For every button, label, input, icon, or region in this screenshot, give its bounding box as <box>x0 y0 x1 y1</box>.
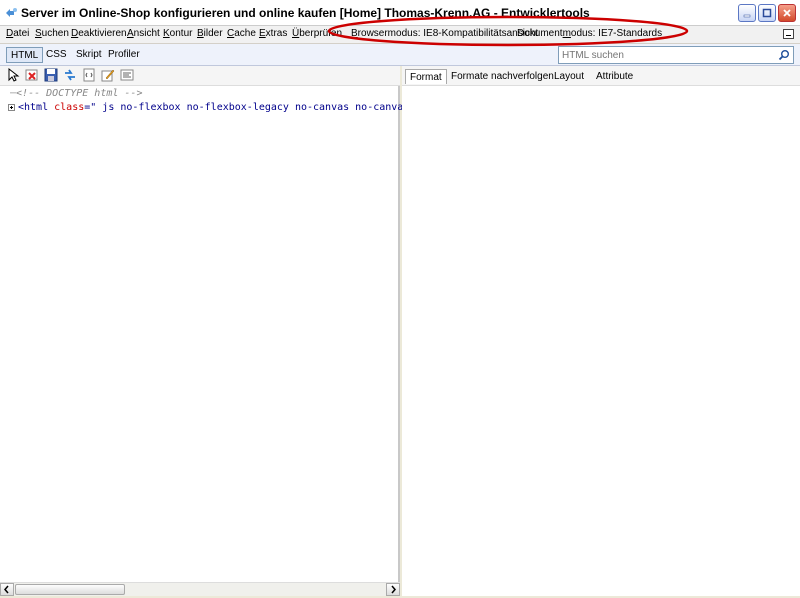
maximize-button[interactable] <box>758 4 776 22</box>
document-mode-menu[interactable]: Dokumentmodus: IE7-Standards <box>517 28 662 39</box>
menu-datei[interactable]: Datei <box>6 28 29 39</box>
menu-bilder[interactable]: Bilder <box>197 28 223 39</box>
search-icon[interactable] <box>778 49 790 61</box>
menu-ueberpruefen[interactable]: Überprüfen <box>292 28 342 39</box>
html-search-input[interactable] <box>562 48 772 62</box>
select-element-icon[interactable] <box>6 68 20 82</box>
dom-view-icon[interactable] <box>82 68 96 82</box>
doctype-node[interactable]: ⋯<!-- DOCTYPE html --> <box>10 88 142 99</box>
devtools-app-icon <box>6 8 17 17</box>
main-tab-bar: HTML CSS Skript Profiler <box>0 44 800 66</box>
window-controls <box>738 4 796 22</box>
dom-tree-pane: ⋯<!-- DOCTYPE html --> <html class=" js … <box>0 86 427 582</box>
title-bar: Server im Online-Shop konfigurieren und … <box>0 0 800 26</box>
close-icon <box>783 9 791 17</box>
scroll-thumb[interactable] <box>15 584 125 595</box>
tab-layout[interactable]: Layout <box>550 69 588 84</box>
browser-mode-menu[interactable]: Browsermodus: IE8-Kompatibilitätsansicht <box>351 28 538 39</box>
collapse-button[interactable] <box>783 29 794 39</box>
minimize-button[interactable] <box>738 4 756 22</box>
menu-extras[interactable]: Extras <box>259 28 287 39</box>
menu-bar: Datei Suchen Deaktivieren Ansicht Kontur… <box>0 26 800 44</box>
style-tab-bar: Format Formate nachverfolgen Layout Attr… <box>402 66 800 86</box>
tab-attribute[interactable]: Attribute <box>592 69 637 84</box>
maximize-icon <box>762 8 772 18</box>
menu-kontur[interactable]: Kontur <box>163 28 192 39</box>
menu-suchen[interactable]: Suchen <box>35 28 69 39</box>
clear-icon[interactable] <box>25 68 39 82</box>
close-button[interactable] <box>778 4 796 22</box>
refresh-icon[interactable] <box>63 68 77 82</box>
scroll-left-button[interactable] <box>0 583 14 596</box>
style-pane <box>402 86 800 596</box>
tab-skript[interactable]: Skript <box>72 47 106 63</box>
expand-toggle-icon[interactable] <box>8 103 15 111</box>
tab-format[interactable]: Format <box>405 69 447 84</box>
arrow-right-icon <box>391 585 396 594</box>
tab-profiler[interactable]: Profiler <box>104 47 144 63</box>
html-search-box[interactable] <box>558 46 794 64</box>
window-title: Server im Online-Shop konfigurieren und … <box>21 6 590 20</box>
tab-html[interactable]: HTML <box>6 47 44 63</box>
html-node[interactable]: <html class=" js no-flexbox no-flexbox-l… <box>8 102 427 113</box>
horizontal-scrollbar[interactable] <box>0 582 400 596</box>
word-wrap-icon[interactable] <box>120 68 134 82</box>
menu-cache[interactable]: Cache <box>227 28 256 39</box>
edit-icon[interactable] <box>101 68 115 82</box>
save-icon[interactable] <box>44 68 58 82</box>
html-toolbar <box>0 66 400 86</box>
minimize-icon <box>743 14 751 18</box>
menu-deaktivieren[interactable]: Deaktivieren <box>71 28 127 39</box>
menu-ansicht[interactable]: Ansicht <box>127 28 160 39</box>
tab-css[interactable]: CSS <box>42 47 71 63</box>
tab-formate-nachverfolgen[interactable]: Formate nachverfolgen <box>447 69 558 84</box>
scroll-right-button[interactable] <box>386 583 400 596</box>
arrow-left-icon <box>4 585 9 594</box>
